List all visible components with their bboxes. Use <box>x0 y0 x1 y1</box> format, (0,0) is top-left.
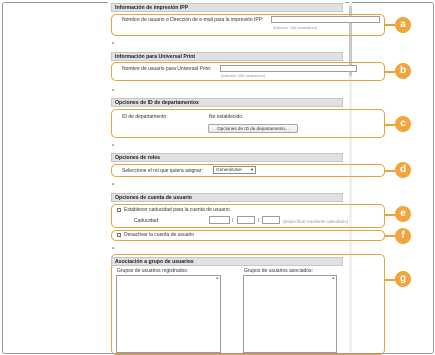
expiry-checkbox[interactable] <box>117 208 121 212</box>
expiry-day-input[interactable] <box>262 216 280 224</box>
callout-f: f <box>395 228 411 244</box>
scroll-up-icon[interactable]: ▲ <box>331 276 335 280</box>
chevron-down-icon: ▼ <box>250 167 254 172</box>
section-separator-icon: ⌅ <box>111 142 116 148</box>
groups-section-header: Asociación a grupo de usuarios <box>111 257 343 266</box>
disable-account-checkbox[interactable] <box>117 233 121 237</box>
callout-a: a <box>395 17 411 33</box>
callout-a-line <box>385 24 395 26</box>
ipp-username-input[interactable] <box>271 16 380 23</box>
ipp-username-label: Nombre de usuario o Dirección de e-mail … <box>122 17 264 23</box>
universal-print-username-input[interactable] <box>220 65 357 72</box>
universal-print-username-label: Nombre de usuario para Universal Print: <box>122 66 212 72</box>
ipp-section-header: Información de impresión IPP <box>111 3 343 12</box>
associated-groups-label: Grupos de usuarios asociados: <box>244 268 313 274</box>
callout-e: e <box>395 206 411 222</box>
callout-c: c <box>395 116 411 132</box>
callout-b: b <box>395 63 411 79</box>
callout-g-line <box>385 279 395 281</box>
registered-groups-list[interactable]: ▲ <box>116 275 221 353</box>
section-separator-icon: ⌅ <box>111 181 116 187</box>
callout-g: g <box>395 271 411 287</box>
expiry-checkbox-label: Establecer caducidad para la cuenta de u… <box>124 207 230 213</box>
expiry-month-input[interactable] <box>237 216 255 224</box>
role-select-value: GeneralUser <box>216 167 243 172</box>
callout-c-line <box>385 124 395 126</box>
department-id-value: No establecido. <box>209 114 244 120</box>
callout-f-line <box>385 235 395 237</box>
account-section-header: Opciones de cuenta de usuario <box>111 193 343 202</box>
expiry-calendar-hint: (Especificar mediante calendario) <box>283 219 349 224</box>
expiry-year-input[interactable] <box>209 216 230 224</box>
roles-section-header: Opciones de roles <box>111 153 343 162</box>
universal-print-username-hint: (Máximo 256 caracteres) <box>221 73 266 78</box>
section-separator-icon: ⌅ <box>111 87 116 93</box>
department-options-button[interactable]: Opciones de ID de departamento... <box>208 124 298 133</box>
scroll-up-icon[interactable]: ▲ <box>215 276 219 280</box>
section-separator-icon: ⌅ <box>111 40 116 46</box>
registered-groups-label: Grupos de usuarios registrados: <box>117 268 189 274</box>
disable-account-label: Desactivar la cuenta de usuario <box>124 232 195 238</box>
department-id-label: ID de departamento: <box>122 114 168 120</box>
date-separator: / <box>232 218 234 224</box>
expiry-label: Caducidad: <box>134 218 160 224</box>
universal-print-section-header: Información para Universal Print <box>111 52 343 61</box>
callout-b-line <box>385 71 395 73</box>
date-separator: / <box>258 218 260 224</box>
role-select-label: Seleccione el rol que quiera asignar: <box>122 168 203 174</box>
callout-d-line <box>385 170 395 172</box>
associated-groups-list[interactable]: ▲ <box>243 275 337 353</box>
ipp-username-hint: (Máximo 256 caracteres) <box>273 25 318 30</box>
callout-e-line <box>385 214 395 216</box>
callout-d: d <box>395 162 411 178</box>
section-separator-icon: ⌅ <box>111 245 116 251</box>
role-select[interactable]: GeneralUser ▼ <box>213 166 256 174</box>
department-section-header: Opciones de ID de departamentos <box>111 98 343 107</box>
